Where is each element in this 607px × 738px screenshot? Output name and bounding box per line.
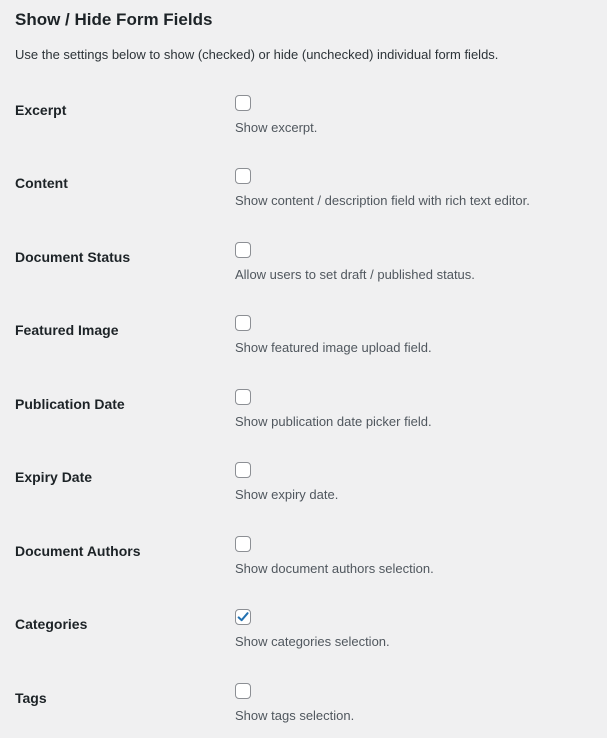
field-row-featured-image: Featured Image Show featured image uploa… (0, 315, 607, 380)
field-label: Publication Date (15, 396, 125, 412)
checkmark-icon (237, 612, 249, 622)
field-description: Show document authors selection. (235, 561, 434, 576)
section-title: Show / Hide Form Fields (15, 10, 213, 29)
field-description: Show excerpt. (235, 120, 318, 135)
field-row-categories: Categories Show categories selection. (0, 609, 607, 674)
field-label: Excerpt (15, 102, 67, 118)
field-description: Show tags selection. (235, 708, 355, 723)
tags-checkbox[interactable] (235, 683, 251, 699)
field-description: Allow users to set draft / published sta… (235, 267, 475, 282)
document-status-checkbox[interactable] (235, 242, 251, 258)
field-label: Expiry Date (15, 469, 93, 485)
field-description: Show categories selection. (235, 634, 390, 649)
field-label: Content (15, 175, 68, 191)
field-row-tags: Tags Show tags selection. (0, 683, 607, 738)
content-checkbox[interactable] (235, 168, 251, 184)
field-description: Show expiry date. (235, 487, 339, 502)
field-row-document-status: Document Status Allow users to set draft… (0, 242, 607, 307)
field-row-excerpt: Excerpt Show excerpt. (0, 95, 607, 160)
field-description: Show publication date picker field. (235, 414, 432, 429)
document-authors-checkbox[interactable] (235, 536, 251, 552)
section-description: Use the settings below to show (checked)… (15, 47, 499, 62)
field-row-expiry-date: Expiry Date Show expiry date. (0, 462, 607, 527)
settings-panel: Show / Hide Form Fields Use the settings… (0, 0, 607, 738)
field-label: Tags (15, 690, 47, 706)
featured-image-checkbox[interactable] (235, 315, 251, 331)
publication-date-checkbox[interactable] (235, 389, 251, 405)
field-row-document-authors: Document Authors Show document authors s… (0, 536, 607, 601)
field-description: Show featured image upload field. (235, 340, 432, 355)
field-label: Document Authors (15, 543, 141, 559)
field-row-publication-date: Publication Date Show publication date p… (0, 389, 607, 454)
field-row-content: Content Show content / description field… (0, 168, 607, 233)
field-label: Document Status (15, 249, 131, 265)
field-label: Featured Image (15, 322, 119, 338)
field-label: Categories (15, 616, 88, 632)
categories-checkbox[interactable] (235, 609, 251, 625)
field-description: Show content / description field with ri… (235, 193, 530, 208)
expiry-date-checkbox[interactable] (235, 462, 251, 478)
excerpt-checkbox[interactable] (235, 95, 251, 111)
